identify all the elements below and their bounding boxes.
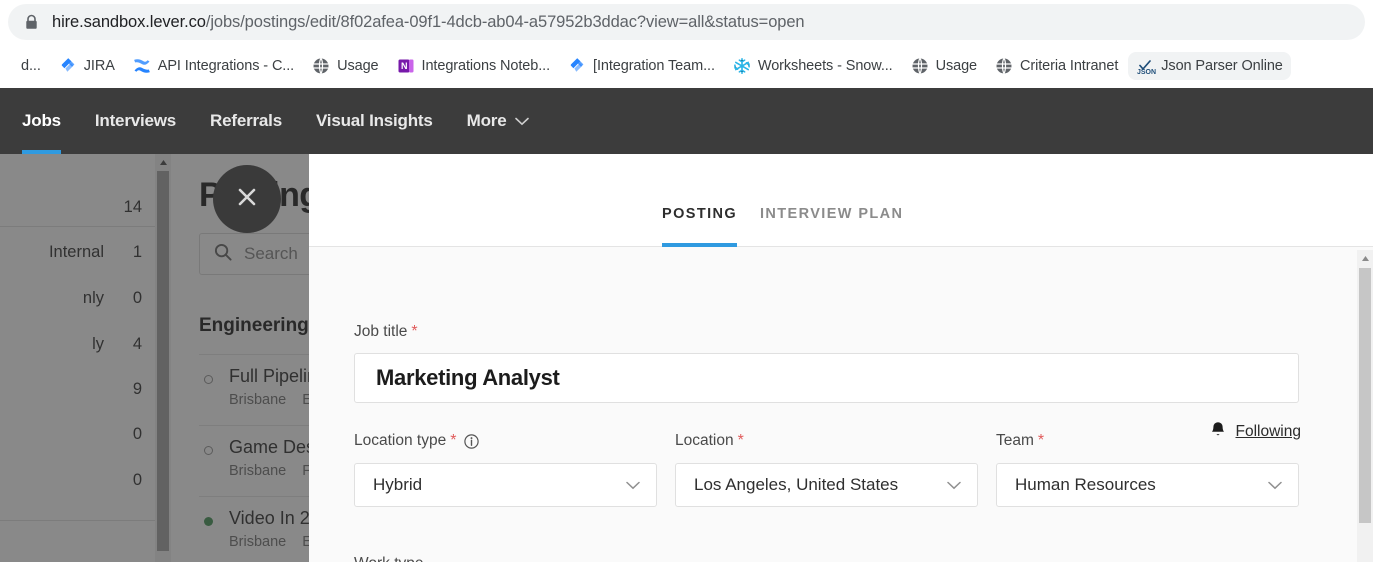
- globe-icon: [911, 57, 929, 75]
- globe-icon: [995, 57, 1013, 75]
- generic-bookmark-icon: [0, 57, 14, 75]
- nav-label: Interviews: [94, 111, 177, 130]
- location-label: Location *: [675, 432, 744, 450]
- bell-icon: [1210, 421, 1226, 443]
- bookmark-item-integration-team[interactable]: [Integration Team...: [560, 52, 723, 80]
- jira-icon: [59, 57, 77, 75]
- bookmark-label: [Integration Team...: [593, 58, 715, 74]
- required-asterisk: *: [411, 323, 418, 340]
- scrollbar-thumb[interactable]: [1359, 268, 1371, 523]
- nav-label: Visual Insights: [315, 111, 433, 130]
- bookmark-label: Worksheets - Snow...: [757, 58, 893, 74]
- modal-tablist: POSTING INTERVIEW PLAN: [309, 154, 1373, 247]
- bookmark-item-worksheets-snowflake[interactable]: Worksheets - Snow...: [725, 52, 901, 80]
- label-text: Job title: [354, 323, 408, 340]
- nav-label: Jobs: [22, 111, 61, 130]
- bookmark-item-api-integrations[interactable]: API Integrations - C...: [125, 52, 302, 80]
- work-type-label: Work type: [354, 555, 424, 562]
- team-select[interactable]: Human Resources: [996, 463, 1299, 507]
- job-title-label: Job title *: [354, 323, 418, 341]
- nav-item-jobs[interactable]: Jobs: [22, 88, 61, 154]
- location-value: Los Angeles, United States: [694, 475, 899, 494]
- edit-posting-modal: POSTING INTERVIEW PLAN Job title * Marke…: [309, 154, 1373, 562]
- bookmark-item[interactable]: d...: [0, 52, 49, 80]
- bookmark-label: Criteria Intranet: [1020, 58, 1119, 74]
- nav-label: More: [466, 111, 507, 130]
- bookmarks-bar: d... JIRA API Integrations - C... Usage …: [0, 44, 1373, 88]
- url-host: hire.sandbox.lever.co: [52, 12, 206, 31]
- svg-text:JSON: JSON: [1137, 69, 1156, 75]
- confluence-icon: [133, 57, 151, 75]
- url-text: hire.sandbox.lever.co/jobs/postings/edit…: [52, 13, 805, 32]
- bookmark-item-json-parser[interactable]: JSON Json Parser Online: [1128, 52, 1291, 80]
- label-text: Team: [996, 432, 1034, 449]
- browser-chrome: hire.sandbox.lever.co/jobs/postings/edit…: [0, 0, 1373, 88]
- job-title-value: Marketing Analyst: [376, 365, 560, 390]
- jira-icon: [568, 57, 586, 75]
- bookmark-label: Usage: [935, 58, 978, 74]
- tab-label: INTERVIEW PLAN: [760, 206, 904, 222]
- team-label: Team *: [996, 432, 1044, 450]
- location-type-label: Location type *: [354, 432, 480, 450]
- bookmark-label: d...: [21, 58, 41, 74]
- primary-nav: Jobs Interviews Referrals Visual Insight…: [22, 88, 563, 154]
- bookmark-item-jira[interactable]: JIRA: [51, 52, 123, 80]
- modal-form-body: Job title * Marketing Analyst Location t…: [309, 247, 1373, 562]
- nav-label: Referrals: [210, 111, 282, 130]
- chevron-down-icon: [626, 475, 640, 495]
- location-type-select[interactable]: Hybrid: [354, 463, 657, 507]
- bookmark-item-usage-1[interactable]: Usage: [304, 52, 386, 80]
- bookmark-item-criteria-intranet[interactable]: Criteria Intranet: [987, 52, 1126, 80]
- bookmark-item-usage-2[interactable]: Usage: [903, 52, 985, 80]
- bookmark-label: API Integrations - C...: [157, 58, 295, 74]
- close-modal-button[interactable]: [213, 165, 281, 233]
- location-select[interactable]: Los Angeles, United States: [675, 463, 978, 507]
- tab-posting[interactable]: POSTING: [662, 206, 738, 247]
- url-path: /jobs/postings/edit/8f02afea-09f1-4dcb-a…: [205, 12, 805, 31]
- scroll-up-arrow-icon[interactable]: [1357, 250, 1373, 266]
- required-asterisk: *: [737, 432, 744, 449]
- nav-item-visual-insights[interactable]: Visual Insights: [316, 88, 433, 154]
- json-icon: JSON: [1136, 57, 1156, 76]
- required-asterisk: *: [1037, 432, 1045, 449]
- following-label: Following: [1235, 423, 1301, 440]
- omnibox-row: hire.sandbox.lever.co/jobs/postings/edit…: [0, 0, 1373, 44]
- job-title-input[interactable]: Marketing Analyst: [354, 353, 1299, 403]
- address-bar[interactable]: hire.sandbox.lever.co/jobs/postings/edit…: [8, 4, 1365, 40]
- chevron-down-icon: [947, 475, 961, 495]
- location-type-value: Hybrid: [373, 475, 423, 494]
- info-icon[interactable]: [464, 433, 480, 449]
- globe-icon: [312, 57, 330, 75]
- bookmark-label: Usage: [337, 58, 379, 74]
- following-toggle[interactable]: Following: [1210, 421, 1301, 443]
- chevron-down-icon: [515, 111, 530, 131]
- bookmark-label: Json Parser Online: [1161, 58, 1283, 74]
- bookmark-label: Integrations Noteb...: [421, 58, 551, 74]
- snowflake-icon: [733, 57, 751, 75]
- modal-scrollbar[interactable]: [1357, 250, 1373, 562]
- nav-item-referrals[interactable]: Referrals: [210, 88, 282, 154]
- bookmark-item-integrations-notebook[interactable]: N Integrations Noteb...: [389, 52, 558, 80]
- lock-icon: [24, 14, 38, 30]
- tab-interview-plan[interactable]: INTERVIEW PLAN: [760, 206, 903, 247]
- label-text: Work type: [354, 555, 424, 562]
- team-value: Human Resources: [1015, 475, 1156, 494]
- tab-label: POSTING: [662, 206, 738, 222]
- nav-item-interviews[interactable]: Interviews: [95, 88, 176, 154]
- svg-text:N: N: [401, 61, 408, 71]
- bookmark-label: JIRA: [83, 58, 115, 74]
- required-asterisk: *: [450, 432, 457, 449]
- label-text: Location type: [354, 432, 447, 449]
- label-text: Location: [675, 432, 734, 449]
- nav-item-more[interactable]: More: [467, 88, 530, 154]
- close-icon: [232, 182, 262, 217]
- app-navbar: Jobs Interviews Referrals Visual Insight…: [0, 88, 1373, 224]
- onenote-icon: N: [397, 57, 415, 75]
- chevron-down-icon: [1268, 475, 1282, 495]
